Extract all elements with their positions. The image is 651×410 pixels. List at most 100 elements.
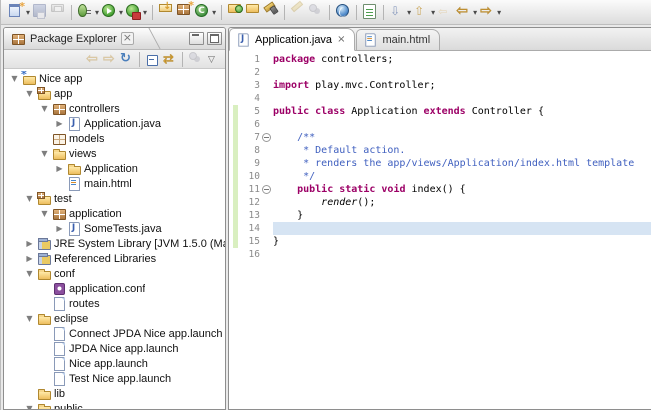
code-line-5[interactable]: 5public class Application extends Contro… bbox=[229, 105, 651, 118]
expand-arrow-icon[interactable]: ▶ bbox=[54, 119, 65, 128]
dropdown-arrow-icon[interactable]: ▾ bbox=[472, 8, 477, 17]
code-line-14[interactable]: 14 bbox=[229, 222, 651, 235]
tree-item-views[interactable]: ▼views bbox=[4, 146, 225, 161]
code-line-16[interactable]: 16 bbox=[229, 248, 651, 261]
code-line-13[interactable]: 13 } bbox=[229, 209, 651, 222]
tree-item-models[interactable]: ▶models bbox=[4, 131, 225, 146]
tree-label: Referenced Libraries bbox=[54, 253, 156, 265]
tree-item-application[interactable]: ▶Application bbox=[4, 161, 225, 176]
code-line-4[interactable]: 4 bbox=[229, 92, 651, 105]
code-text: public class Application extends Control… bbox=[273, 105, 651, 118]
new-package-button[interactable] bbox=[175, 2, 193, 22]
code-line-10[interactable]: 10 */ bbox=[229, 170, 651, 183]
expand-arrow-icon[interactable]: ▶ bbox=[54, 224, 65, 233]
tree-item-test[interactable]: ▼test bbox=[4, 191, 225, 206]
tree-item-lib[interactable]: ▶lib bbox=[4, 386, 225, 401]
tree-item-test-nice-app-launch[interactable]: ▶Test Nice app.launch bbox=[4, 371, 225, 386]
tree-item-eclipse[interactable]: ▼eclipse bbox=[4, 311, 225, 326]
code-line-7[interactable]: 7 /** bbox=[229, 131, 651, 144]
tree-item-jre-system-library-jvm-1-5-0-mac[interactable]: ▶JRE System Library [JVM 1.5.0 (Mac bbox=[4, 236, 225, 251]
close-tab-icon[interactable]: × bbox=[336, 34, 345, 45]
collapse-arrow-icon[interactable]: ▼ bbox=[39, 209, 50, 218]
tree-item-nice-app-launch[interactable]: ▶Nice app.launch bbox=[4, 356, 225, 371]
code-line-3[interactable]: 3import play.mvc.Controller; bbox=[229, 79, 651, 92]
minimize-view-icon[interactable] bbox=[189, 32, 204, 45]
link-editor-button[interactable] bbox=[161, 51, 178, 67]
new-java-project-button[interactable] bbox=[157, 2, 175, 22]
collapse-arrow-icon[interactable]: ▼ bbox=[24, 269, 35, 278]
dropdown-arrow-icon[interactable]: ▾ bbox=[118, 8, 123, 17]
run-button[interactable]: ▾ bbox=[100, 2, 124, 22]
collapse-arrow-icon[interactable]: ▼ bbox=[24, 314, 35, 323]
tree-item-application-java[interactable]: ▶Application.java bbox=[4, 116, 225, 131]
dropdown-arrow-icon[interactable]: ▾ bbox=[25, 8, 30, 17]
maximize-view-icon[interactable] bbox=[207, 32, 222, 45]
collapse-arrow-icon[interactable]: ▼ bbox=[39, 104, 50, 113]
code-line-2[interactable]: 2 bbox=[229, 66, 651, 79]
file-icon bbox=[52, 342, 67, 356]
open-resource-button[interactable] bbox=[244, 2, 262, 22]
expand-arrow-icon[interactable]: ▶ bbox=[54, 164, 65, 173]
tree-item-connect-jpda-nice-app-launch[interactable]: ▶Connect JPDA Nice app.launch bbox=[4, 326, 225, 341]
dropdown-arrow-icon[interactable]: ▾ bbox=[430, 8, 435, 17]
tree-item-jpda-nice-app-launch[interactable]: ▶JPDA Nice app.launch bbox=[4, 341, 225, 356]
expand-arrow-icon[interactable]: ▶ bbox=[24, 254, 35, 263]
code-line-9[interactable]: 9 * renders the app/views/Application/in… bbox=[229, 157, 651, 170]
tree-item-app[interactable]: ▼app bbox=[4, 86, 225, 101]
dropdown-arrow-icon[interactable]: ▾ bbox=[211, 8, 216, 17]
back-button[interactable]: ▾ bbox=[454, 2, 478, 22]
tree-item-main-html[interactable]: ▶main.html bbox=[4, 176, 225, 191]
code-line-11[interactable]: 11 public static void index() { bbox=[229, 183, 651, 196]
editor-tab-application-java[interactable]: Application.java× bbox=[229, 28, 355, 51]
collapse-arrow-icon[interactable]: ▼ bbox=[24, 194, 35, 203]
fold-collapse-icon[interactable] bbox=[262, 185, 271, 194]
web-browser-button[interactable] bbox=[334, 2, 352, 22]
dropdown-arrow-icon[interactable]: ▾ bbox=[406, 8, 411, 17]
fold-collapse-icon[interactable] bbox=[262, 133, 271, 142]
tree-item-referenced-libraries[interactable]: ▶ Referenced Libraries bbox=[4, 251, 225, 266]
code-line-1[interactable]: 1package controllers; bbox=[229, 53, 651, 66]
dropdown-arrow-icon[interactable]: ▾ bbox=[496, 8, 501, 17]
up-nav-button[interactable] bbox=[118, 51, 135, 67]
code-segment: /** bbox=[273, 132, 315, 143]
toolbar-separator bbox=[356, 5, 357, 20]
tree-item-application-conf[interactable]: ▶application.conf bbox=[4, 281, 225, 296]
search-button[interactable] bbox=[262, 2, 280, 22]
new-wizard-button[interactable]: ▾ bbox=[7, 2, 31, 22]
toolbar-separator bbox=[329, 5, 330, 20]
tree-item-nice-app[interactable]: ▼Nice app bbox=[4, 71, 225, 86]
collapse-arrow-icon[interactable]: ▼ bbox=[24, 404, 35, 409]
collapse-arrow-icon[interactable]: ▼ bbox=[24, 89, 35, 98]
tree-item-sometests-java[interactable]: ▶SomeTests.java bbox=[4, 221, 225, 236]
expand-arrow-icon[interactable]: ▶ bbox=[24, 239, 35, 248]
code-segment: render bbox=[321, 197, 357, 208]
open-type-button[interactable] bbox=[226, 2, 244, 22]
code-line-6[interactable]: 6 bbox=[229, 118, 651, 131]
close-view-icon[interactable]: × bbox=[121, 32, 134, 45]
previous-annotation-button[interactable]: ▾ bbox=[412, 2, 436, 22]
dropdown-arrow-icon[interactable]: ▾ bbox=[94, 8, 99, 17]
tree-item-routes[interactable]: ▶routes bbox=[4, 296, 225, 311]
tree-item-public[interactable]: ▼public bbox=[4, 401, 225, 409]
tree-item-controllers[interactable]: ▼controllers bbox=[4, 101, 225, 116]
code-line-15[interactable]: 15} bbox=[229, 235, 651, 248]
code-line-12[interactable]: 12 render(); bbox=[229, 196, 651, 209]
package-explorer-tab[interactable]: Package Explorer × bbox=[7, 28, 138, 49]
tasks-button[interactable] bbox=[361, 2, 379, 22]
next-annotation-icon bbox=[389, 4, 405, 20]
view-menu-button[interactable] bbox=[204, 51, 221, 67]
code-line-8[interactable]: 8 * Default action. bbox=[229, 144, 651, 157]
debug-button[interactable]: ▾ bbox=[76, 2, 100, 22]
next-annotation-button[interactable]: ▾ bbox=[388, 2, 412, 22]
collapse-arrow-icon[interactable]: ▼ bbox=[39, 149, 50, 158]
editor-tab-main-html[interactable]: main.html bbox=[356, 29, 440, 50]
forward-button[interactable]: ▾ bbox=[478, 2, 502, 22]
new-class-button[interactable]: ▾ bbox=[193, 2, 217, 22]
collapse-all-button[interactable] bbox=[144, 51, 161, 67]
tree-item-conf[interactable]: ▼conf bbox=[4, 266, 225, 281]
collapse-arrow-icon[interactable]: ▼ bbox=[9, 74, 20, 83]
run-external-button[interactable]: ▾ bbox=[124, 2, 148, 22]
dropdown-arrow-icon[interactable]: ▾ bbox=[142, 8, 147, 17]
code-area[interactable]: 1package controllers;23import play.mvc.C… bbox=[229, 51, 651, 409]
tree-item-application[interactable]: ▼application bbox=[4, 206, 225, 221]
